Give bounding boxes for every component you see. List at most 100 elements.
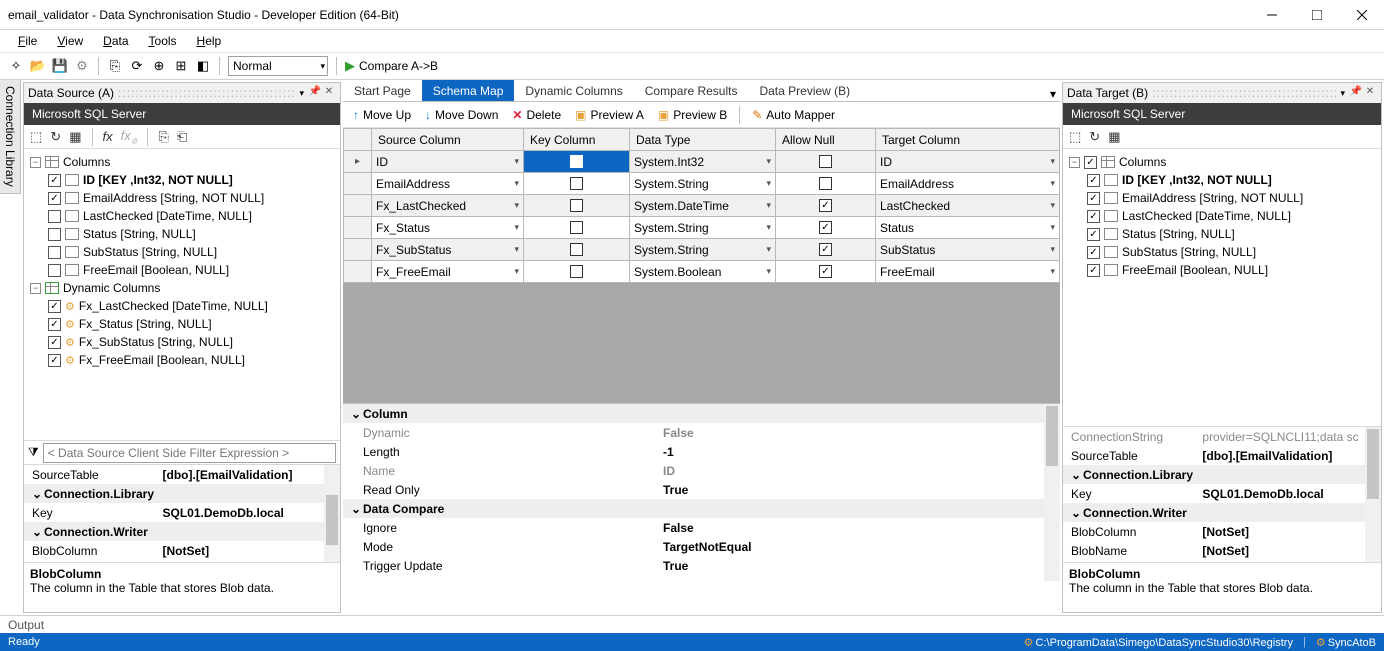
window-close[interactable] (1339, 0, 1384, 30)
expander-icon[interactable]: − (30, 157, 41, 168)
prop-category[interactable]: ⌄Connection.Writer (24, 522, 340, 541)
tb-icon-9[interactable]: ◧ (195, 58, 211, 74)
prop-row[interactable]: BlobName [NotSet] (1063, 541, 1381, 560)
tgt-cell[interactable]: LastChecked▾ (876, 195, 1059, 216)
grid-row[interactable]: Fx_SubStatus▾ System.String▾ SubStatus▾ (344, 239, 1060, 261)
row-header[interactable] (344, 239, 372, 261)
prop-row[interactable]: Ignore False (343, 518, 1060, 537)
tree-item[interactable]: Status [String, NULL] (30, 225, 334, 243)
tb-fx2-icon[interactable]: fx⊘ (121, 128, 138, 146)
tb-grid-icon[interactable]: ▦ (1108, 129, 1120, 145)
delete-button[interactable]: ✕Delete (508, 106, 565, 124)
col-type[interactable]: Data Type (630, 129, 776, 151)
compare-button[interactable]: ▶ Compare A->B (345, 58, 438, 74)
checkbox[interactable] (1087, 246, 1100, 259)
checkbox[interactable] (1087, 192, 1100, 205)
prop-category[interactable]: ⌄Connection.Library (1063, 465, 1381, 484)
type-cell[interactable]: System.String▾ (630, 217, 775, 238)
tree-item[interactable]: ID [KEY ,Int32, NOT NULL] (30, 171, 334, 189)
prop-row[interactable]: Mode TargetNotEqual (343, 537, 1060, 556)
row-header[interactable] (344, 173, 372, 195)
tree-item[interactable]: EmailAddress [String, NOT NULL] (30, 189, 334, 207)
key-cell[interactable] (524, 239, 629, 260)
null-cell[interactable] (776, 217, 875, 238)
tab-schema-map[interactable]: Schema Map (422, 80, 515, 101)
null-cell[interactable] (776, 261, 875, 282)
prop-row[interactable]: BlobColumn [NotSet] (1063, 522, 1381, 541)
checkbox[interactable] (48, 264, 61, 277)
connection-library-tab[interactable]: Connection Library (0, 80, 21, 194)
src-cell[interactable]: Fx_Status▾ (372, 217, 523, 238)
src-cell[interactable]: ID▾ (372, 151, 523, 172)
grid-row[interactable]: EmailAddress▾ System.String▾ EmailAddres… (344, 173, 1060, 195)
tree-item[interactable]: FreeEmail [Boolean, NULL] (30, 261, 334, 279)
row-header[interactable] (344, 195, 372, 217)
row-header[interactable]: ▸ (344, 151, 372, 173)
close-icon[interactable]: ✕ (1363, 86, 1377, 100)
output-panel-header[interactable]: Output (0, 615, 1384, 633)
preview-a-button[interactable]: ▣Preview A (571, 106, 648, 124)
row-header[interactable] (344, 261, 372, 283)
grid-row[interactable]: Fx_Status▾ System.String▾ Status▾ (344, 217, 1060, 239)
source-tree[interactable]: − Columns ID [KEY ,Int32, NOT NULL] Emai… (24, 149, 340, 440)
type-cell[interactable]: System.Int32▾ (630, 151, 775, 172)
checkbox[interactable] (48, 192, 61, 205)
tgt-cell[interactable]: EmailAddress▾ (876, 173, 1059, 194)
prop-category[interactable]: ⌄Connection.Library (24, 484, 340, 503)
tb-tree-icon[interactable]: ⬚ (30, 129, 42, 145)
dynamic-columns-node[interactable]: − Dynamic Columns (30, 279, 334, 297)
type-cell[interactable]: System.String▾ (630, 173, 775, 194)
src-cell[interactable]: Fx_LastChecked▾ (372, 195, 523, 216)
move-down-button[interactable]: ↓Move Down (421, 106, 502, 124)
null-cell[interactable] (776, 239, 875, 260)
expander-icon[interactable]: − (30, 283, 41, 294)
tgt-cell[interactable]: FreeEmail▾ (876, 261, 1059, 282)
row-header[interactable] (344, 217, 372, 239)
prop-row[interactable]: SourceTable [dbo].[EmailValidation] (24, 465, 340, 484)
tab-dynamic-columns[interactable]: Dynamic Columns (514, 80, 633, 101)
prop-row[interactable]: Key SQL01.DemoDb.local (24, 503, 340, 522)
tree-item[interactable]: SubStatus [String, NULL] (30, 243, 334, 261)
prop-row[interactable]: ConnectionString provider=SQLNCLI11;data… (1063, 427, 1381, 446)
prop-row[interactable]: Name ID (343, 461, 1060, 480)
tb-fx-icon[interactable]: fx (103, 129, 113, 144)
key-cell[interactable] (524, 195, 629, 216)
tree-item[interactable]: ⚙ Fx_FreeEmail [Boolean, NULL] (30, 351, 334, 369)
null-cell[interactable] (776, 151, 875, 172)
tree-item[interactable]: FreeEmail [Boolean, NULL] (1069, 261, 1375, 279)
tree-item[interactable]: Status [String, NULL] (1069, 225, 1375, 243)
filter-icon[interactable]: ⧩ (28, 445, 39, 460)
prop-category[interactable]: ⌄Data Compare (343, 499, 1060, 518)
source-properties[interactable]: SourceTable [dbo].[EmailValidation]⌄Conn… (24, 464, 340, 562)
tb-icon-8[interactable]: ⊞ (173, 58, 189, 74)
tb-paste-icon[interactable]: ⎗ (177, 129, 187, 145)
filter-input[interactable] (43, 443, 336, 463)
columns-node[interactable]: − Columns (1069, 153, 1375, 171)
prop-row[interactable]: Length -1 (343, 442, 1060, 461)
mode-dropdown[interactable]: Normal▾ (228, 56, 328, 76)
window-maximize[interactable] (1294, 0, 1339, 30)
scrollbar[interactable] (1365, 427, 1381, 562)
checkbox[interactable] (48, 336, 61, 349)
tree-item[interactable]: EmailAddress [String, NOT NULL] (1069, 189, 1375, 207)
tree-item[interactable]: LastChecked [DateTime, NULL] (30, 207, 334, 225)
columns-node[interactable]: − Columns (30, 153, 334, 171)
checkbox[interactable] (48, 210, 61, 223)
tb-refresh-icon[interactable]: ↻ (1089, 129, 1100, 145)
tgt-cell[interactable]: Status▾ (876, 217, 1059, 238)
auto-mapper-button[interactable]: ✎Auto Mapper (748, 106, 839, 124)
save-icon[interactable]: 💾 (52, 58, 68, 74)
tgt-cell[interactable]: SubStatus▾ (876, 239, 1059, 260)
scrollbar[interactable] (324, 465, 340, 562)
open-icon[interactable]: 📂 (30, 58, 46, 74)
tree-item[interactable]: ID [KEY ,Int32, NOT NULL] (1069, 171, 1375, 189)
tree-item[interactable]: LastChecked [DateTime, NULL] (1069, 207, 1375, 225)
checkbox[interactable] (1087, 228, 1100, 241)
move-up-button[interactable]: ↑Move Up (349, 106, 415, 124)
tb-tree-icon[interactable]: ⬚ (1069, 129, 1081, 145)
target-tree[interactable]: − Columns ID [KEY ,Int32, NOT NULL] Emai… (1063, 149, 1381, 426)
col-target[interactable]: Target Column (876, 129, 1060, 151)
prop-row[interactable]: Dynamic False (343, 423, 1060, 442)
src-cell[interactable]: Fx_SubStatus▾ (372, 239, 523, 260)
window-minimize[interactable] (1249, 0, 1294, 30)
